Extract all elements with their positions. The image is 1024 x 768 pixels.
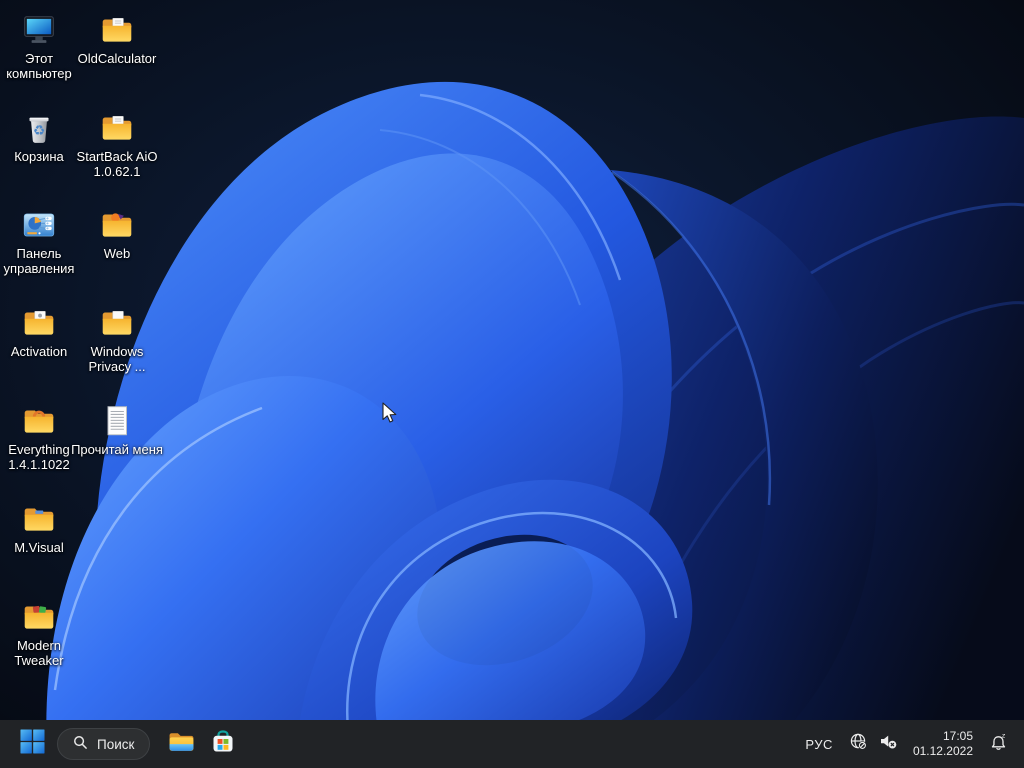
folder-icon (20, 402, 58, 440)
svg-text:♻: ♻ (33, 123, 45, 139)
desktop-icon-startback-aio[interactable]: StartBack AiO 1.0.62.1 (69, 109, 165, 179)
desktop-icon-oldcalculator[interactable]: OldCalculator (69, 11, 165, 66)
file-explorer-icon (168, 728, 195, 760)
icon-label: Прочитай меня (71, 442, 163, 457)
folder-icon (20, 598, 58, 636)
system-tray: РУС (794, 725, 1024, 763)
volume-muted-icon (879, 732, 898, 756)
control-panel-icon (20, 206, 58, 244)
taskbar-left-group: Поиск (0, 725, 242, 763)
start-button[interactable] (13, 725, 51, 763)
taskbar: Поиск (0, 720, 1024, 768)
icon-label: Корзина (14, 149, 64, 164)
icon-label: OldCalculator (78, 51, 157, 66)
volume-button[interactable] (874, 725, 904, 763)
recycle-bin-icon: ♻ (20, 109, 58, 147)
network-status-button[interactable] (844, 725, 874, 763)
desktop-icon-windows-privacy[interactable]: Windows Privacy ... (69, 304, 165, 374)
icon-label: Windows Privacy ... (69, 344, 165, 374)
svg-text:z: z (1002, 732, 1006, 740)
desktop-icon-modern-tweaker[interactable]: Modern Tweaker (0, 598, 87, 668)
folder-icon (98, 11, 136, 49)
tray-date: 01.12.2022 (913, 744, 973, 759)
microsoft-store-icon (210, 729, 236, 760)
text-file-icon (98, 402, 136, 440)
icon-label: Modern Tweaker (0, 638, 87, 668)
icon-label: StartBack AiO 1.0.62.1 (69, 149, 165, 179)
desktop-screen: Этот компьютер OldCalculator ♻ Корзина (0, 0, 1024, 768)
tray-time: 17:05 (943, 729, 973, 744)
microsoft-store-button[interactable] (204, 725, 242, 763)
search-icon (73, 735, 88, 753)
icon-label: Web (104, 246, 131, 261)
notification-bell-dnd-icon: z (989, 732, 1009, 757)
desktop-icon-mvisual[interactable]: M.Visual (0, 500, 87, 555)
folder-icon (98, 109, 136, 147)
desktop-icon-web[interactable]: Web (69, 206, 165, 261)
desktop-icon-readme[interactable]: Прочитай меня (69, 402, 165, 457)
clock[interactable]: 17:05 01.12.2022 (904, 729, 982, 759)
language-indicator[interactable]: РУС (794, 737, 844, 752)
folder-icon (20, 500, 58, 538)
notification-center-button[interactable]: z (982, 725, 1016, 763)
folder-icon (98, 304, 136, 342)
this-pc-icon (20, 11, 58, 49)
icon-label: Activation (11, 344, 67, 359)
folder-icon (20, 304, 58, 342)
icon-label: M.Visual (14, 540, 64, 555)
folder-icon (98, 206, 136, 244)
search-label: Поиск (97, 737, 134, 752)
windows-logo-icon (20, 729, 45, 759)
taskbar-search[interactable]: Поиск (57, 728, 150, 760)
globe-no-internet-icon (849, 732, 868, 756)
file-explorer-button[interactable] (162, 725, 200, 763)
